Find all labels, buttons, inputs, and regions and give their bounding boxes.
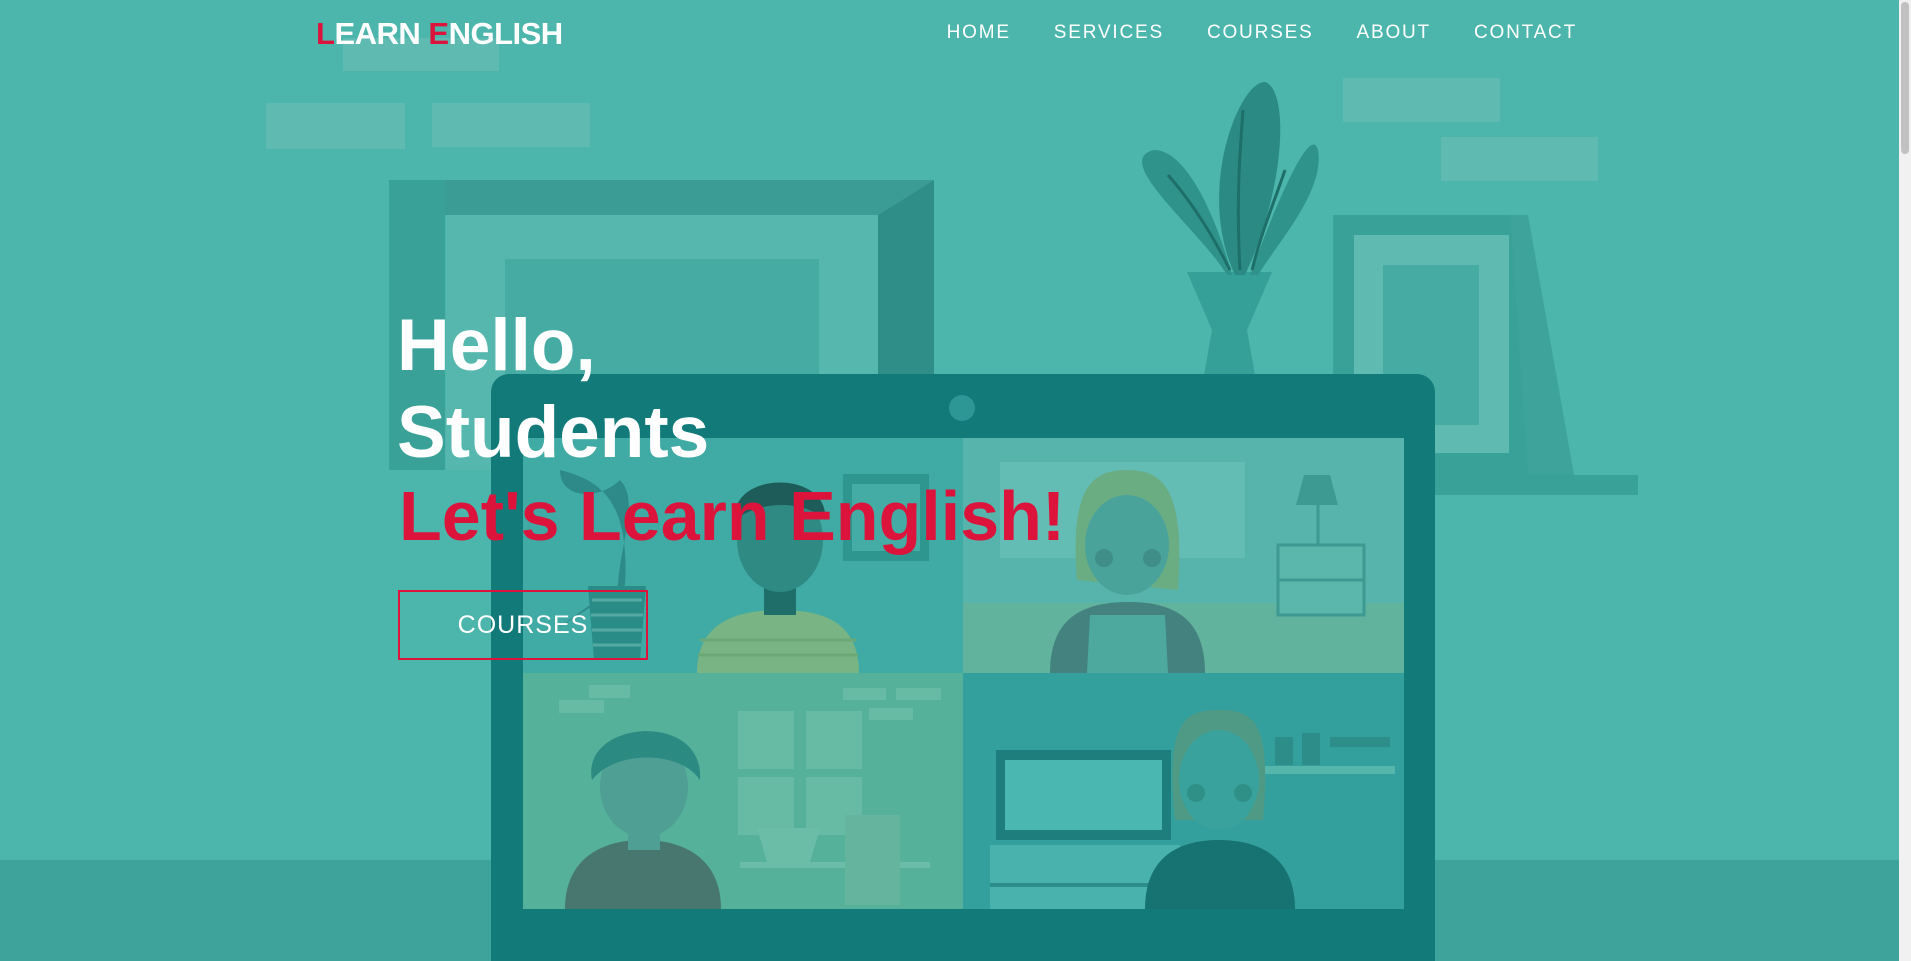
courses-button[interactable]: COURSES: [398, 590, 648, 660]
hero-heading: Hello, Students: [397, 302, 709, 476]
nav-link-courses[interactable]: COURSES: [1207, 22, 1314, 44]
nav-link-about[interactable]: ABOUT: [1357, 22, 1431, 44]
logo-text-nglish: NGLISH: [448, 16, 564, 51]
logo-text-earn: EARN: [334, 16, 429, 51]
hero-section: LEARN ENGLISH HOME SERVICES COURSES ABOU…: [0, 0, 1899, 961]
hero-greeting-line1: Hello,: [397, 305, 596, 386]
nav-link-contact[interactable]: CONTACT: [1474, 22, 1577, 44]
logo-initial-e: E: [428, 16, 449, 51]
hero-tagline: Let's Learn English!: [399, 477, 1066, 555]
hero-greeting-line2: Students: [397, 392, 710, 473]
page-scrollbar[interactable]: [1899, 0, 1911, 961]
site-logo[interactable]: LEARN ENGLISH: [316, 16, 563, 52]
nav-link-home[interactable]: HOME: [947, 22, 1011, 44]
top-navbar: LEARN ENGLISH HOME SERVICES COURSES ABOU…: [0, 0, 1899, 72]
nav-link-services[interactable]: SERVICES: [1054, 22, 1164, 44]
scrollbar-thumb[interactable]: [1901, 2, 1909, 154]
logo-initial-l: L: [316, 16, 335, 51]
nav-menu: HOME SERVICES COURSES ABOUT CONTACT: [947, 22, 1577, 44]
